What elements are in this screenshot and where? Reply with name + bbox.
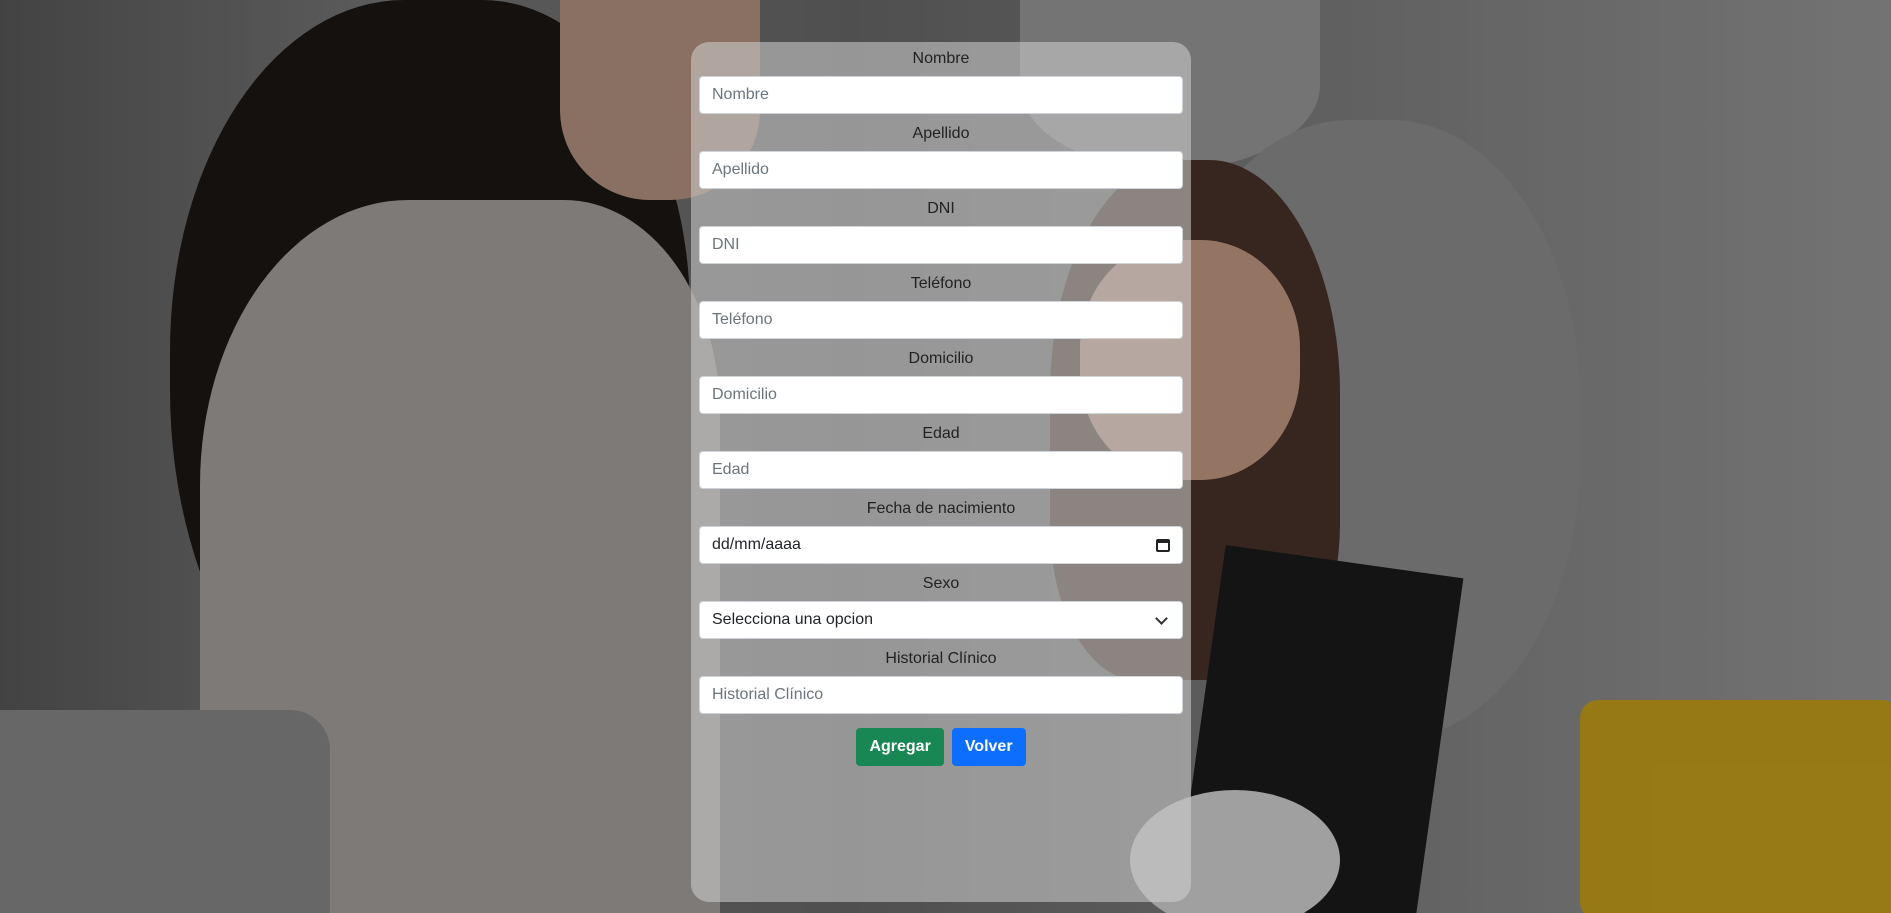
calendar-icon[interactable]	[1156, 538, 1170, 552]
domicilio-input[interactable]: Domicilio	[699, 376, 1183, 414]
historial-clinico-label: Historial Clínico	[885, 650, 997, 667]
historial-clinico-input[interactable]: Historial Clínico	[699, 676, 1183, 714]
sexo-selected-value: Selecciona una opcion	[712, 611, 874, 628]
apellido-input[interactable]: Apellido	[699, 151, 1183, 189]
field-domicilio: Domicilio Domicilio	[699, 349, 1183, 414]
fecha-nacimiento-label: Fecha de nacimiento	[866, 500, 1016, 517]
field-sexo: Sexo Selecciona una opcion	[699, 574, 1183, 639]
telefono-label: Teléfono	[910, 275, 972, 292]
form-actions: Agregar Volver	[699, 728, 1183, 766]
chevron-down-icon	[1155, 611, 1168, 625]
fecha-nacimiento-value: dd/mm/aaaa	[712, 536, 801, 553]
field-dni: DNI DNI	[699, 199, 1183, 264]
fecha-nacimiento-input[interactable]: dd/mm/aaaa	[699, 526, 1183, 564]
sexo-label: Sexo	[922, 575, 960, 592]
nombre-label: Nombre	[912, 50, 970, 67]
telefono-input[interactable]: Teléfono	[699, 301, 1183, 339]
edad-label: Edad	[922, 425, 960, 442]
field-apellido: Apellido Apellido	[699, 124, 1183, 189]
sexo-select[interactable]: Selecciona una opcion	[699, 601, 1183, 639]
agregar-button[interactable]: Agregar	[856, 728, 944, 766]
field-fecha-nacimiento: Fecha de nacimiento dd/mm/aaaa	[699, 499, 1183, 564]
field-nombre: Nombre Nombre	[699, 49, 1183, 114]
field-edad: Edad Edad	[699, 424, 1183, 489]
dni-label: DNI	[927, 200, 955, 217]
volver-button[interactable]: Volver	[951, 728, 1026, 766]
nombre-input[interactable]: Nombre	[699, 76, 1183, 114]
field-telefono: Teléfono Teléfono	[699, 274, 1183, 339]
dni-input[interactable]: DNI	[699, 226, 1183, 264]
apellido-label: Apellido	[912, 125, 970, 142]
patient-form-card: Nombre Nombre Apellido Apellido DNI DNI …	[691, 42, 1191, 902]
edad-input[interactable]: Edad	[699, 451, 1183, 489]
domicilio-label: Domicilio	[908, 350, 974, 367]
field-historial-clinico: Historial Clínico Historial Clínico	[699, 649, 1183, 714]
